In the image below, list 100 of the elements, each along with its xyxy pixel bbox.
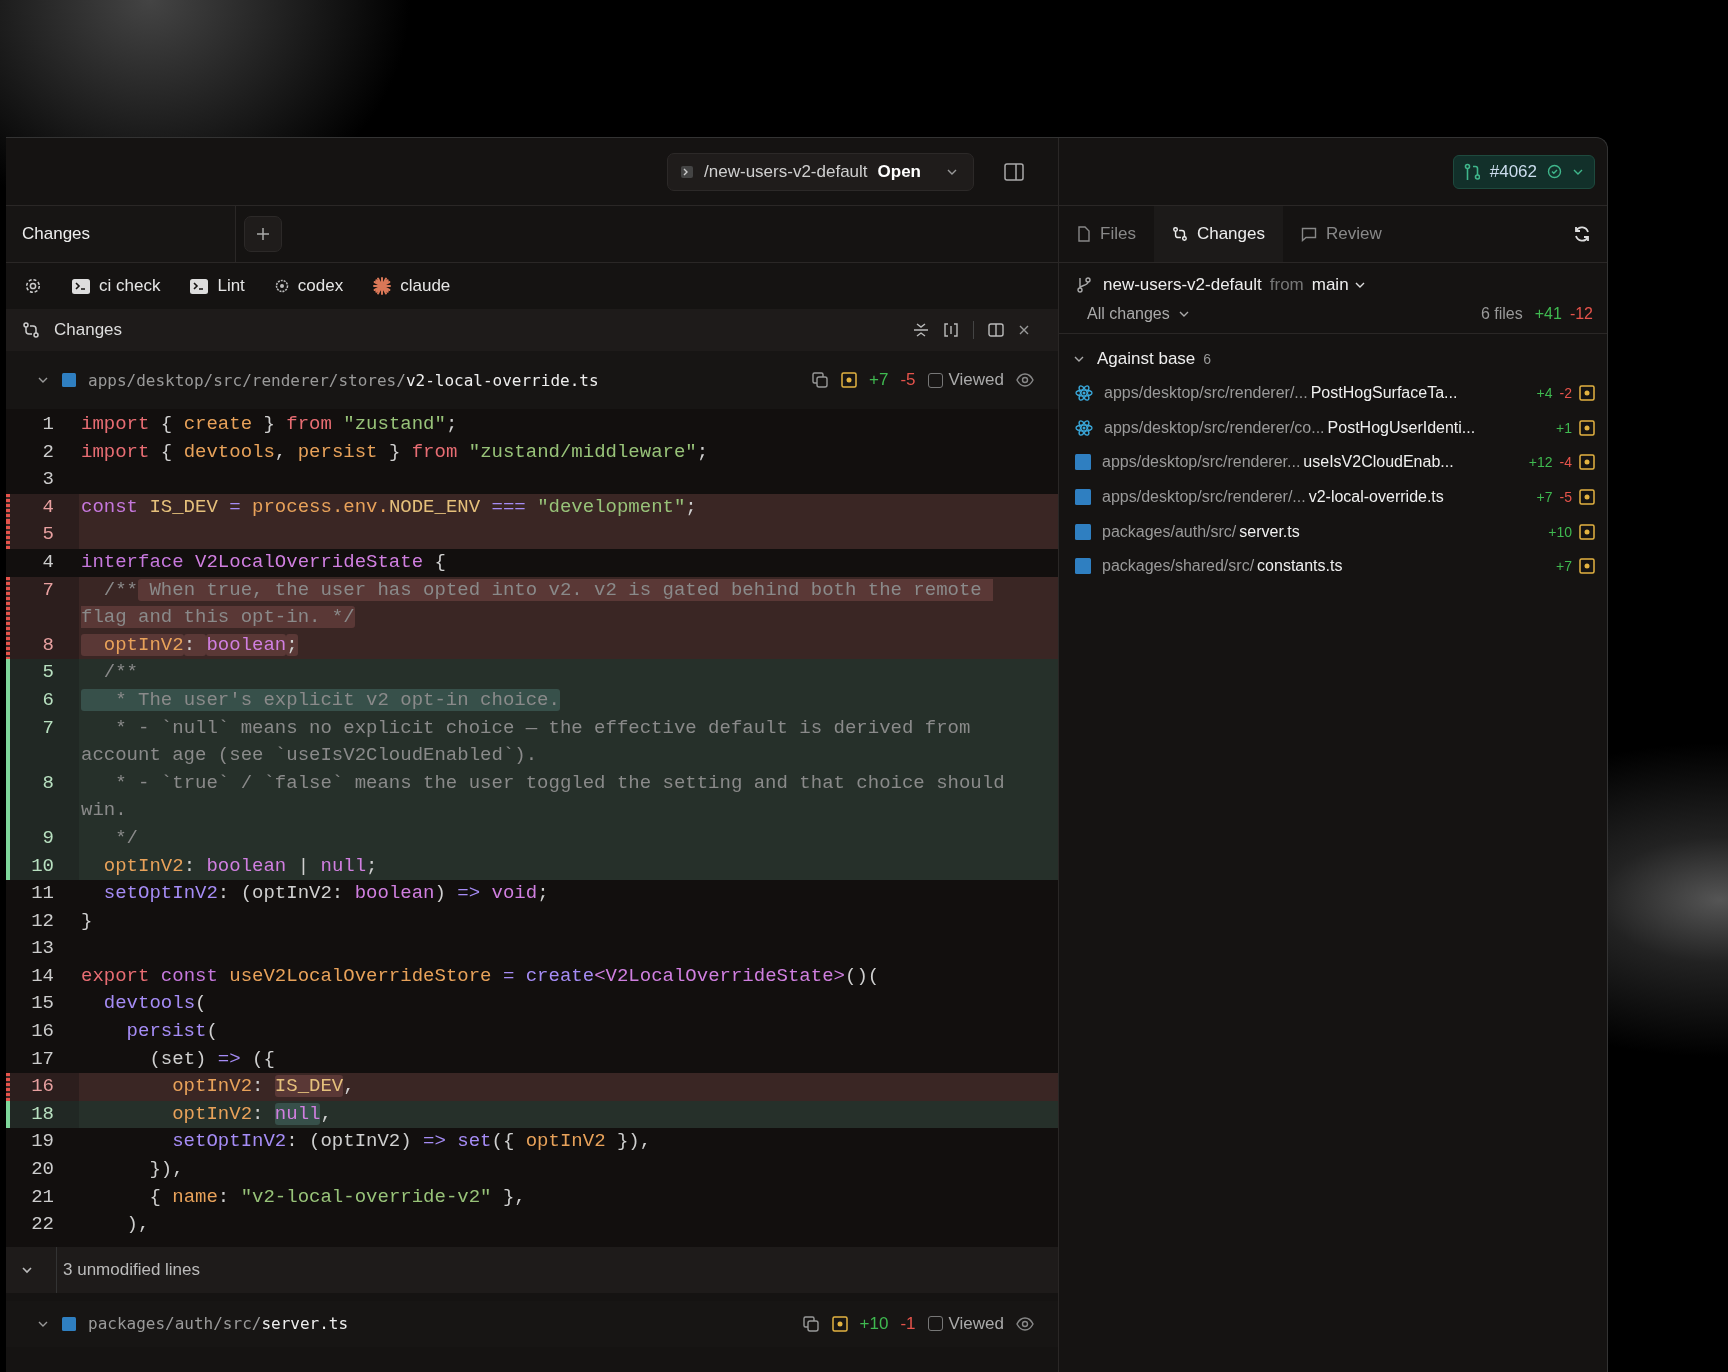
code-line: { name: "v2-local-override-v2" },: [148, 1184, 527, 1210]
from-label: from: [1269, 275, 1304, 295]
refresh-icon[interactable]: [1573, 225, 1591, 243]
sidebar-toggle-icon[interactable]: [1004, 162, 1024, 181]
file-path: packages/auth/src/ server.ts: [1102, 522, 1300, 541]
split-view-icon[interactable]: [988, 322, 1004, 338]
panel-tab[interactable]: Changes: [1153, 206, 1283, 262]
code-line: * The user's explicit v2 opt-in choice.: [79, 686, 1058, 715]
eye-icon[interactable]: [1016, 373, 1034, 387]
removed-count: -12: [1569, 305, 1593, 323]
added-count: +12: [1528, 454, 1553, 471]
file-path: apps/desktop/src/renderer/... v2-local-override.ts: [1102, 488, 1444, 507]
line-number: 21: [30, 1184, 55, 1210]
collapse-icon[interactable]: [913, 322, 929, 338]
typescript-file-icon: [62, 373, 76, 387]
changed-file-item[interactable]: apps/desktop/src/renderer/... v2-local-override.ts +7 -5: [1073, 479, 1595, 515]
modified-square-icon: [1579, 454, 1595, 471]
line-number: 11: [30, 881, 55, 907]
branch-selector[interactable]: /new-users-v2-default Open: [667, 152, 974, 191]
typescript-file-icon: [1075, 454, 1091, 471]
file-path: packages/shared/src/ constants.ts: [1102, 557, 1343, 576]
line-number: 12: [30, 908, 55, 934]
line-number: 17: [30, 1046, 55, 1072]
line-number: 9: [10, 824, 79, 853]
code-line: optInV2: null,: [171, 1101, 333, 1127]
starburst-icon: [373, 277, 392, 295]
line-number: 8: [10, 631, 79, 660]
copy-icon[interactable]: [811, 371, 830, 389]
eye-icon[interactable]: [1016, 1316, 1034, 1331]
file-path: apps/desktop/src/renderer/stores/v2-local-override.ts: [88, 370, 599, 390]
terminal-icon: [190, 278, 209, 294]
pull-request-badge[interactable]: #4062: [1452, 154, 1595, 189]
line-number: 4: [41, 549, 55, 575]
line-number: 20: [30, 1157, 55, 1183]
line-number: 5: [10, 659, 79, 687]
changed-file-item[interactable]: packages/shared/src/ constants.ts +7: [1073, 548, 1595, 584]
line-number: 14: [30, 963, 55, 989]
changed-file-item[interactable]: apps/desktop/src/renderer/... PostHogSurfaceTa... +4 -2: [1073, 376, 1595, 411]
changes-filter-dropdown[interactable]: All changes: [1087, 305, 1190, 323]
changed-file-item[interactable]: apps/desktop/src/renderer/co... PostHogUserIdenti... +1: [1073, 410, 1595, 446]
toolbar-button[interactable]: claude: [373, 276, 451, 296]
added-count: +7: [869, 370, 889, 390]
toolbar-button[interactable]: codex: [274, 276, 344, 296]
code-line: interface V2LocalOverrideState {: [80, 549, 447, 575]
pr-number: #4062: [1489, 161, 1537, 182]
line-number: 7: [10, 576, 79, 632]
code-line: ),: [125, 1212, 151, 1238]
unmodified-lines-bar[interactable]: 3 unmodified lines: [6, 1246, 1058, 1293]
line-number: 16: [10, 1073, 79, 1101]
line-number: 1: [41, 412, 55, 437]
code-line: import { devtools, persist } from "zustand/middleware";: [80, 439, 710, 465]
code-line: persist(: [125, 1019, 219, 1045]
file-path: packages/auth/src/server.ts: [88, 1314, 349, 1334]
code-line: setOptInV2: (optInV2) => set({ optInV2 }),: [171, 1129, 653, 1155]
code-line: * - `true` / `false` means the user toggled the setting and that choice should win.: [80, 770, 1006, 824]
modified-square-icon: [831, 1315, 848, 1332]
modified-square-icon: [1579, 558, 1595, 575]
panel-tab[interactable]: Review: [1282, 206, 1400, 262]
modified-square-icon: [1579, 385, 1595, 402]
brackets-icon[interactable]: [943, 322, 959, 338]
viewed-checkbox[interactable]: Viewed: [927, 1313, 1004, 1334]
base-branch-selector[interactable]: main: [1311, 275, 1366, 295]
toolbar-button[interactable]: ci check: [72, 276, 161, 296]
open-status: Open: [877, 161, 921, 182]
code-line: * - `null` means no explicit choice — the effective default is derived from account age (see `useIsV2CloudEnabled`).: [80, 715, 972, 769]
line-number: 6: [10, 686, 79, 715]
toolbar-button[interactable]: Lint: [190, 276, 245, 296]
changed-file-item[interactable]: apps/desktop/src/renderer... useIsV2CloudEnab... +12 -4: [1073, 445, 1595, 480]
added-count: +4: [1536, 385, 1553, 402]
plus-icon: [256, 227, 270, 241]
close-icon[interactable]: [1018, 324, 1030, 336]
added-count: +1: [1556, 419, 1572, 436]
branch-name: new-users-v2-default: [1103, 275, 1262, 295]
line-number: 13: [30, 936, 55, 962]
code-line: }: [80, 908, 94, 934]
panel-tab[interactable]: Files: [1059, 206, 1154, 262]
viewed-checkbox[interactable]: Viewed: [927, 370, 1004, 390]
add-tab-button[interactable]: [244, 216, 282, 252]
line-number: 16: [30, 1019, 55, 1045]
added-count: +41: [1534, 305, 1562, 323]
line-number: 4: [10, 493, 79, 522]
modified-square-icon: [1579, 489, 1595, 506]
settings-icon[interactable]: [24, 277, 42, 295]
atom-icon: [1075, 384, 1093, 403]
line-number: 2: [41, 439, 55, 465]
file-count: 6 files: [1480, 305, 1523, 323]
git-compare-icon: [1171, 226, 1188, 242]
code-line: */: [114, 825, 140, 851]
removed-count: -5: [1559, 489, 1572, 506]
line-number: 18: [10, 1100, 79, 1129]
check-circle-icon: [1547, 164, 1562, 179]
code-line: import { create } from "zustand";: [80, 412, 459, 437]
added-count: +7: [1556, 558, 1572, 575]
removed-count: -2: [1559, 385, 1572, 402]
modified-square-icon: [1579, 523, 1595, 540]
code-line: optInV2: boolean | null;: [102, 853, 379, 879]
changed-file-item[interactable]: packages/auth/src/ server.ts +10: [1073, 514, 1595, 549]
code-line: const IS_DEV = process.env.NODE_ENV === "development";: [80, 494, 698, 520]
copy-icon[interactable]: [801, 1314, 820, 1333]
code-line: optInV2: boolean;: [79, 631, 1058, 660]
